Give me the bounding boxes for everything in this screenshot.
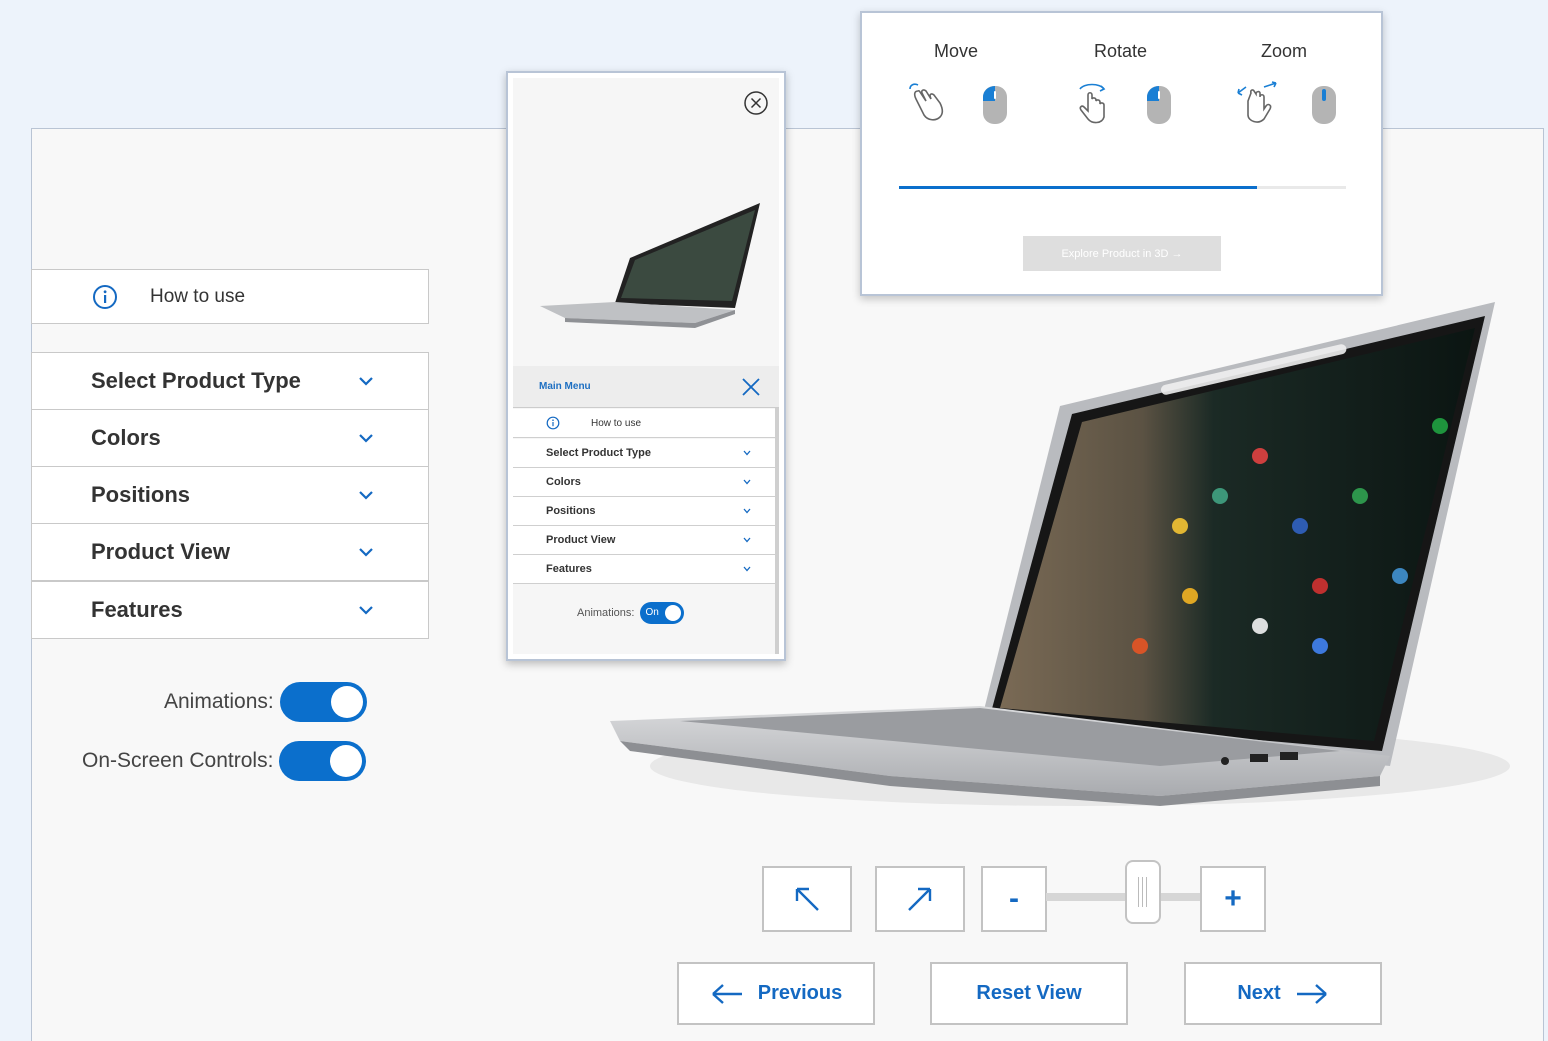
arrow-left-icon xyxy=(711,983,742,1004)
menu-positions[interactable]: Positions xyxy=(31,466,429,524)
menu-product-view[interactable]: Product View xyxy=(31,523,429,581)
menu-item-label: Features xyxy=(91,597,183,622)
rotate-title: Rotate xyxy=(1094,41,1148,61)
next-label: Next xyxy=(1237,982,1281,1004)
chevron-down-icon xyxy=(359,606,373,615)
animations-row: Animations: xyxy=(164,682,367,722)
menu-colors[interactable]: Colors xyxy=(31,409,429,467)
menu-select-product-type[interactable]: Select Product Type xyxy=(31,352,429,410)
chevron-down-icon xyxy=(743,508,751,514)
mobile-menu-item-label: Positions xyxy=(546,505,596,517)
menu-item-label: Product View xyxy=(91,539,230,564)
mobile-menu-item-label: Select Product Type xyxy=(546,447,651,459)
mobile-animations-row: Animations: On xyxy=(577,602,685,624)
laptop-thumbnail xyxy=(540,203,760,328)
arrow-right-icon xyxy=(1296,983,1327,1004)
mobile-how-to-use-label: How to use xyxy=(591,417,642,429)
info-icon xyxy=(546,416,560,430)
main-menu-header: Main Menu xyxy=(513,366,779,408)
mobile-menu-item-label: Product View xyxy=(546,534,616,546)
hand-move-icon xyxy=(909,83,944,121)
tutorial-progress-fill xyxy=(899,186,1257,189)
menu-item-label: Positions xyxy=(91,482,191,507)
zoom-title: Zoom xyxy=(1261,41,1308,61)
chevron-down-icon xyxy=(743,566,751,572)
scrollbar[interactable] xyxy=(775,408,779,654)
how-to-use-button[interactable]: How to use xyxy=(31,269,429,324)
pinch-zoom-icon xyxy=(1237,81,1277,123)
how-to-use-label: How to use xyxy=(150,285,246,307)
zoom-out-button[interactable]: - xyxy=(981,866,1047,932)
chevron-down-icon xyxy=(743,479,751,485)
main-menu-title: Main Menu xyxy=(539,381,591,392)
onscreen-controls-label: On-Screen Controls: xyxy=(82,749,274,772)
mobile-menu-select-product-type[interactable]: Select Product Type xyxy=(513,439,777,468)
reset-view-label: Reset View xyxy=(976,982,1082,1004)
hand-rotate-icon xyxy=(1079,83,1106,124)
mobile-menu-preview: Main Menu How to use Select Product Type… xyxy=(506,71,786,661)
arrow-up-left-icon xyxy=(795,887,819,911)
onscreen-controls-toggle[interactable] xyxy=(279,741,367,781)
chevron-down-icon xyxy=(359,434,373,443)
zoom-out-label: - xyxy=(1009,882,1019,915)
chevron-down-icon xyxy=(359,377,373,386)
chevron-down-icon xyxy=(359,548,373,557)
chevron-down-icon xyxy=(359,491,373,500)
grip-line xyxy=(1142,877,1144,907)
grip-line xyxy=(1146,877,1148,907)
tutorial-progress-bar xyxy=(899,186,1346,189)
chevron-down-icon xyxy=(743,537,751,543)
close-icon[interactable] xyxy=(741,377,761,397)
rotate-right-button[interactable] xyxy=(875,866,965,932)
reset-view-button[interactable]: Reset View xyxy=(930,962,1128,1025)
mobile-menu-item-label: Colors xyxy=(546,476,581,488)
grip-line xyxy=(1138,877,1140,907)
info-icon xyxy=(93,284,117,309)
mobile-menu-product-view[interactable]: Product View xyxy=(513,526,777,555)
move-title: Move xyxy=(934,41,979,61)
mouse-right-click-icon xyxy=(1147,86,1171,124)
menu-item-label: Colors xyxy=(91,425,161,450)
menu-item-label: Select Product Type xyxy=(91,368,301,393)
mouse-left-click-icon xyxy=(983,86,1007,124)
animations-label: Animations: xyxy=(164,690,274,713)
mobile-menu-colors[interactable]: Colors xyxy=(513,468,777,497)
explore-product-3d-button[interactable]: Explore Product in 3D → xyxy=(1023,236,1221,271)
menu-features[interactable]: Features xyxy=(31,581,429,639)
mobile-menu-features[interactable]: Features xyxy=(513,555,777,584)
previous-label: Previous xyxy=(757,982,843,1004)
animations-toggle[interactable] xyxy=(279,682,367,722)
zoom-in-label: + xyxy=(1224,882,1242,915)
close-circle-icon[interactable] xyxy=(743,90,769,116)
onscreen-controls-row: On-Screen Controls: xyxy=(82,741,367,781)
zoom-in-button[interactable]: + xyxy=(1200,866,1266,932)
chevron-down-icon xyxy=(743,450,751,456)
next-button[interactable]: Next xyxy=(1184,962,1382,1025)
mobile-how-to-use[interactable]: How to use xyxy=(513,409,777,438)
mobile-menu-inner: Main Menu How to use Select Product Type… xyxy=(513,78,779,654)
previous-button[interactable]: Previous xyxy=(677,962,875,1025)
controls-help-panel: Move Rotate Zoom Explore Product in 3D → xyxy=(860,11,1383,296)
mobile-menu-positions[interactable]: Positions xyxy=(513,497,777,526)
zoom-slider-thumb[interactable] xyxy=(1124,860,1161,924)
mobile-menu-item-label: Features xyxy=(546,563,592,575)
arrow-up-right-icon xyxy=(908,887,932,911)
mouse-scroll-icon xyxy=(1312,86,1336,124)
mobile-animations-toggle[interactable]: On xyxy=(640,602,685,624)
rotate-left-button[interactable] xyxy=(762,866,852,932)
mobile-animations-label: Animations: xyxy=(577,607,635,619)
